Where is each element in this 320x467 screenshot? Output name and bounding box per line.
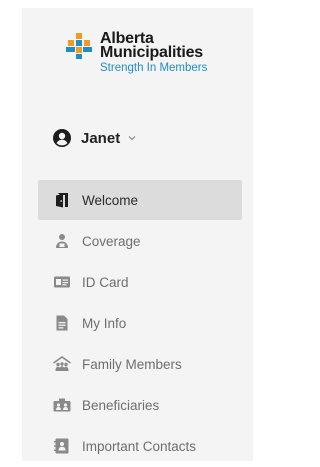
nav-label: ID Card bbox=[82, 274, 129, 290]
logo-mark-icon bbox=[66, 33, 92, 59]
contact-book-icon bbox=[54, 438, 69, 454]
sidebar: Alberta Municipalities Strength In Membe… bbox=[22, 8, 253, 461]
brand-logo[interactable]: Alberta Municipalities Strength In Membe… bbox=[66, 31, 216, 77]
nav-item-my-info[interactable]: My Info bbox=[38, 303, 242, 343]
user-menu-toggle[interactable]: Janet bbox=[53, 126, 136, 150]
family-icon bbox=[53, 356, 71, 371]
main-nav: Welcome Coverage ID Card My Info Family … bbox=[38, 180, 242, 467]
nav-label: Beneficiaries bbox=[82, 397, 160, 413]
document-icon bbox=[56, 315, 68, 331]
nav-item-family-members[interactable]: Family Members bbox=[38, 344, 242, 384]
nav-label: Family Members bbox=[82, 356, 182, 372]
nav-item-id-card[interactable]: ID Card bbox=[38, 262, 242, 302]
chevron-down-icon bbox=[128, 136, 136, 141]
nav-label: My Info bbox=[82, 315, 127, 331]
nav-item-coverage[interactable]: Coverage bbox=[38, 221, 242, 261]
id-card-icon bbox=[54, 276, 70, 288]
door-enter-icon bbox=[56, 193, 68, 208]
brand-tagline: Strength In Members bbox=[100, 62, 208, 74]
nav-item-important-contacts[interactable]: Important Contacts bbox=[38, 426, 242, 466]
nav-item-beneficiaries[interactable]: Beneficiaries bbox=[38, 385, 242, 425]
nav-label: Welcome bbox=[82, 192, 139, 208]
nav-label: Coverage bbox=[82, 233, 141, 249]
account-circle-icon bbox=[53, 129, 71, 147]
brand-name-line2: Municipalities bbox=[100, 44, 203, 61]
user-name: Janet bbox=[81, 129, 121, 147]
nav-item-welcome[interactable]: Welcome bbox=[38, 180, 242, 220]
person-shield-icon bbox=[56, 234, 68, 248]
beneficiaries-icon bbox=[53, 398, 71, 412]
nav-label: Important Contacts bbox=[82, 438, 197, 454]
